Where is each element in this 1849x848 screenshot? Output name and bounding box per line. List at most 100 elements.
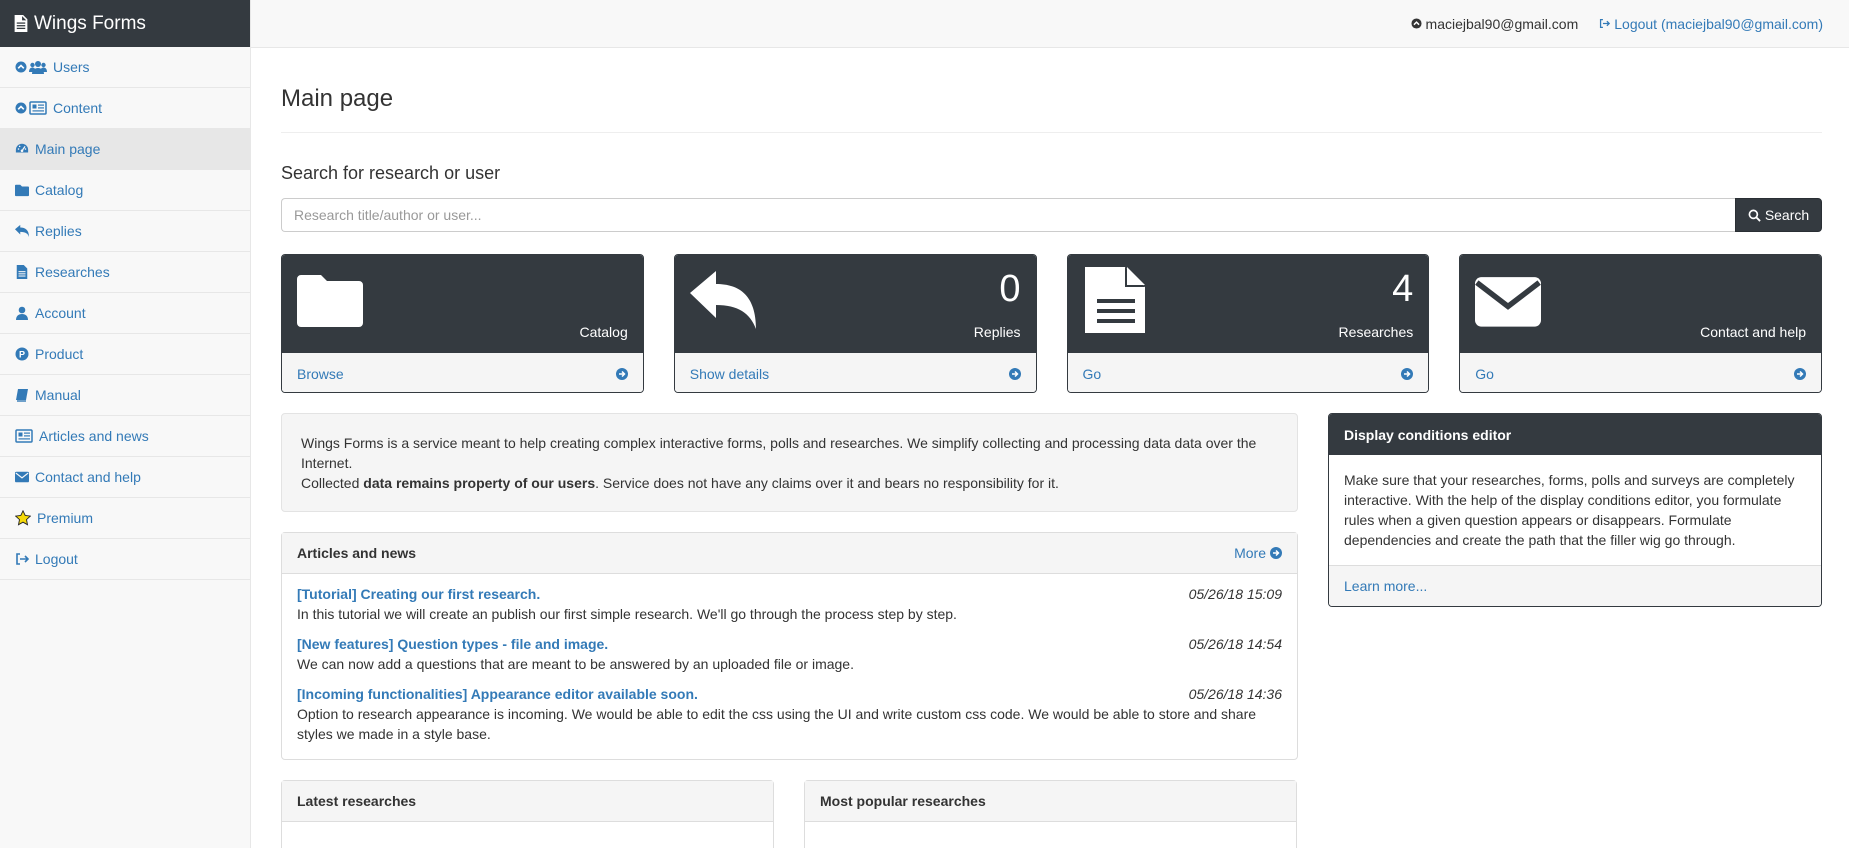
article-item: [Incoming functionalities] Appearance ed…	[297, 684, 1282, 744]
display-conditions-panel: Display conditions editor Make sure that…	[1328, 413, 1822, 607]
sidebar-item-content[interactable]: Content	[0, 88, 250, 129]
tile-replies: 0 Replies Show details	[673, 254, 1037, 393]
tile-link-label: Go	[1082, 365, 1102, 382]
chevron-up-circle-icon	[1410, 18, 1422, 29]
sign-out-icon	[1600, 18, 1611, 29]
tile-label: Contact and help	[1700, 324, 1806, 340]
file-text-icon	[16, 265, 28, 279]
article-title-link[interactable]: [Tutorial] Creating our first research.	[297, 584, 540, 604]
main-content: Main page Search for research or user Se…	[281, 48, 1822, 848]
sidebar-item-product[interactable]: P Product	[0, 334, 250, 375]
article-date: 05/26/18 14:36	[1188, 686, 1282, 702]
search-bar: Search	[281, 198, 1822, 232]
envelope-icon	[15, 471, 29, 483]
display-conditions-body: Make sure that your researches, forms, p…	[1344, 472, 1795, 548]
user-icon	[16, 306, 28, 320]
book-icon	[16, 389, 28, 402]
product-icon: P	[15, 347, 29, 361]
sidebar-item-users[interactable]: Users	[0, 47, 250, 88]
newspaper-icon	[15, 429, 33, 443]
file-text-icon	[1084, 267, 1145, 333]
newspaper-icon	[29, 101, 47, 115]
sidebar-item-logout[interactable]: Logout	[0, 539, 250, 580]
sidebar-item-label: Articles and news	[39, 428, 149, 444]
star-icon	[15, 510, 31, 526]
user-email-text: maciejbal90@gmail.com	[1425, 15, 1579, 32]
article-title-link[interactable]: [New features] Question types - file and…	[297, 634, 608, 654]
article-text: In this tutorial we will create an publi…	[297, 606, 957, 622]
tile-label: Catalog	[579, 324, 628, 340]
arrow-circle-right-icon	[1794, 367, 1806, 380]
sidebar-item-researches[interactable]: Researches	[0, 252, 250, 293]
latest-researches-heading: Latest researches	[282, 781, 773, 822]
reply-icon	[689, 271, 756, 329]
tile-contact-and-help: Contact and help Go	[1459, 254, 1822, 393]
display-conditions-heading: Display conditions editor	[1329, 414, 1821, 455]
page-title: Main page	[281, 85, 1822, 133]
sidebar-item-premium[interactable]: Premium	[0, 498, 250, 539]
article-item: [New features] Question types - file and…	[297, 634, 1282, 674]
article-text: Option to research appearance is incomin…	[297, 706, 1257, 742]
sidebar-item-contact-and-help[interactable]: Contact and help	[0, 457, 250, 498]
tile-link-label: Go	[1475, 365, 1494, 382]
sidebar-item-account[interactable]: Account	[0, 293, 250, 334]
sidebar-item-label: Manual	[35, 387, 81, 403]
sidebar-item-label: Contact and help	[35, 469, 141, 485]
brand-name: Wings Forms	[34, 12, 146, 34]
sidebar-item-label: Catalog	[35, 182, 84, 198]
svg-text:P: P	[19, 350, 25, 360]
article-title-link[interactable]: [Incoming functionalities] Appearance ed…	[297, 684, 698, 704]
intro-suffix: . Service does not have any claims over …	[595, 475, 1059, 491]
sidebar-item-label: Product	[35, 346, 84, 362]
tile-link-go-contact[interactable]: Go	[1460, 353, 1821, 392]
article-date: 05/26/18 14:54	[1188, 636, 1282, 652]
tile-header: Catalog	[282, 255, 643, 353]
dashboard-icon	[15, 143, 29, 153]
arrow-circle-right-icon	[615, 367, 628, 380]
sidebar-item-replies[interactable]: Replies	[0, 211, 250, 252]
latest-researches-title: Latest researches	[297, 793, 417, 809]
top-navbar: maciejbal90@gmail.com Logout (maciejbal9…	[251, 0, 1849, 48]
articles-list: [Tutorial] Creating our first research. …	[282, 574, 1297, 759]
tile-link-label: Show details	[689, 365, 770, 382]
tile-link-label: Browse	[297, 365, 344, 382]
right-column: Display conditions editor Make sure that…	[1328, 413, 1822, 848]
sidebar-item-label: Replies	[35, 223, 82, 239]
sidebar-item-catalog[interactable]: Catalog	[0, 170, 250, 211]
sidebar-item-label: Premium	[37, 510, 94, 526]
learn-more-link[interactable]: Learn more...	[1329, 565, 1821, 606]
chevron-up-circle-icon	[15, 102, 27, 114]
article-head: [Tutorial] Creating our first research. …	[297, 584, 1282, 604]
reply-icon	[15, 224, 29, 238]
user-email[interactable]: maciejbal90@gmail.com	[1410, 15, 1579, 32]
article-head: [Incoming functionalities] Appearance ed…	[297, 684, 1282, 704]
intro-line-1: Wings Forms is a service meant to help c…	[301, 435, 1257, 471]
tile-link-go-researches[interactable]: Go	[1067, 353, 1429, 392]
sidebar: Wings Forms Users Content Main page Cata…	[0, 0, 251, 848]
tile-link-show-details[interactable]: Show details	[674, 353, 1036, 392]
search-input[interactable]	[281, 198, 1735, 232]
tile-header: Contact and help	[1460, 255, 1821, 353]
sidebar-item-label: Main page	[35, 141, 101, 157]
popular-researches-heading: Most popular researches	[805, 781, 1296, 822]
tile-label: Replies	[973, 324, 1021, 340]
logout-link[interactable]: Logout (maciejbal90@gmail.com)	[1599, 16, 1823, 32]
popular-researches-panel: Most popular researches	[804, 780, 1297, 848]
sidebar-item-articles-and-news[interactable]: Articles and news	[0, 416, 250, 457]
sidebar-item-manual[interactable]: Manual	[0, 375, 250, 416]
sidebar-item-main-page[interactable]: Main page	[0, 129, 250, 170]
tile-count: 0	[999, 268, 1021, 310]
brand[interactable]: Wings Forms	[0, 0, 250, 47]
search-button-label: Search	[1764, 207, 1810, 223]
tile-count: 4	[1392, 268, 1414, 310]
articles-more-link[interactable]: More	[1234, 545, 1282, 561]
search-icon	[1748, 209, 1761, 222]
arrow-circle-right-icon	[1270, 547, 1282, 559]
search-button[interactable]: Search	[1735, 198, 1822, 232]
tile-link-browse[interactable]: Browse	[282, 353, 643, 392]
chevron-up-circle-icon	[15, 61, 27, 73]
tile-label: Researches	[1338, 324, 1414, 340]
article-item: [Tutorial] Creating our first research. …	[297, 584, 1282, 624]
articles-panel: Articles and news More [Tutorial] Creati…	[281, 532, 1298, 760]
folder-icon	[15, 184, 29, 197]
